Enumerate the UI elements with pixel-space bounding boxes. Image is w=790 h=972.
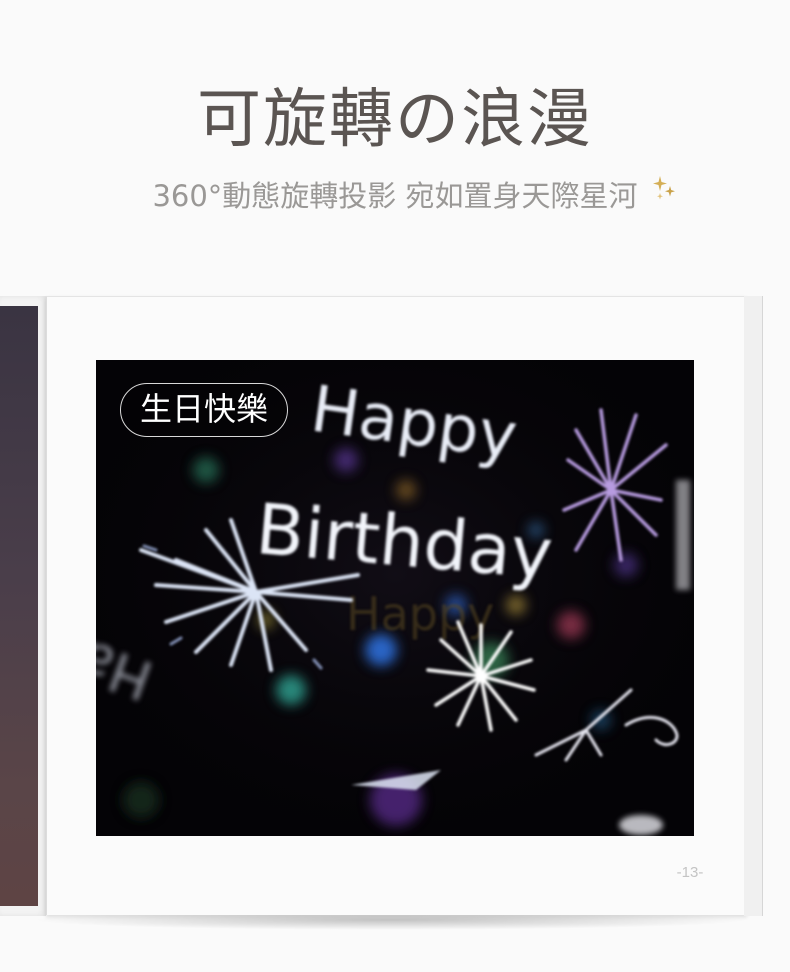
edge-streak <box>676 480 690 590</box>
birthday-badge: 生日快樂 <box>120 383 288 437</box>
page-edges <box>740 296 764 916</box>
page-title: 可旋轉の浪漫 <box>197 83 593 157</box>
light-blob <box>619 815 663 835</box>
ghost-happy-text: Happy <box>346 587 494 641</box>
left-page-photo-edge <box>0 306 38 906</box>
sparkle-stars-icon <box>653 176 675 200</box>
page-number: -13- <box>676 864 704 881</box>
left-page <box>0 296 46 916</box>
